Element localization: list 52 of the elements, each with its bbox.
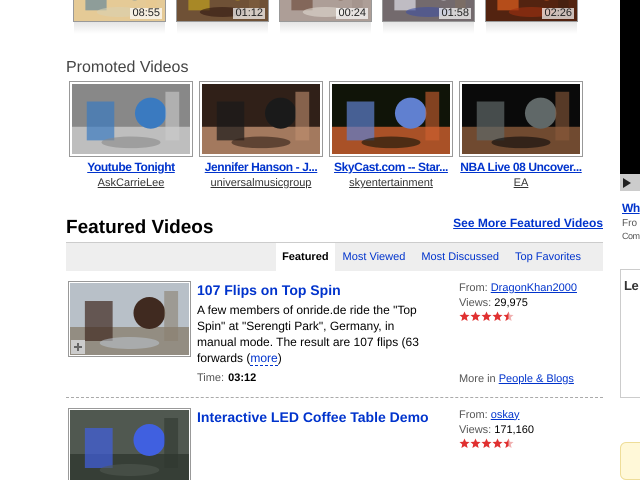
from-label: Fro xyxy=(622,217,637,230)
plus-icon[interactable] xyxy=(71,340,85,354)
tab[interactable]: Featured xyxy=(276,243,335,271)
view-count: 29,975 xyxy=(494,296,528,311)
play-icon[interactable] xyxy=(622,176,632,188)
video-duration: 00:24 xyxy=(336,8,368,19)
tab[interactable]: Most Discussed xyxy=(413,243,507,271)
video-title-link[interactable]: Wh xyxy=(622,199,640,218)
star-icon xyxy=(470,438,481,448)
star-icon xyxy=(481,438,492,448)
user-link[interactable]: DragonKhan2000 xyxy=(490,281,577,296)
channel-link[interactable]: EA xyxy=(514,175,528,191)
user-link[interactable]: oskay xyxy=(490,408,520,422)
from-label: From: xyxy=(459,281,488,296)
views-label: Views: xyxy=(459,296,492,311)
video-title-link[interactable]: SkyCast.com -- Star... xyxy=(327,159,455,175)
video-duration: 01:12 xyxy=(233,8,265,19)
see-more-link[interactable]: See More Featured Videos xyxy=(453,214,603,232)
tab[interactable]: Most Viewed xyxy=(334,243,414,271)
tab[interactable]: Top Favorites xyxy=(506,243,589,271)
star-icon xyxy=(503,438,514,448)
channel-link[interactable]: skyentertainment xyxy=(349,175,433,191)
panel-title: Le xyxy=(624,277,638,296)
video-duration: 08:55 xyxy=(130,8,162,19)
video-duration: 03:12 xyxy=(228,371,256,386)
video-title-link[interactable]: NBA Live 08 Uncover... xyxy=(457,159,585,175)
star-icon xyxy=(459,311,470,322)
star-icon xyxy=(470,311,481,322)
time-label: Time: xyxy=(197,371,224,386)
channel-link[interactable]: AskCarrieLee xyxy=(98,175,164,191)
star-icon xyxy=(459,438,470,448)
video-description: A few members of onride.de ride the "Top Spin" at "Serengti Park", Germany, in manual mode. The result are 107 flips (63 forwards (more) xyxy=(197,302,420,366)
video-title-link[interactable]: Jennifer Hanson - J... xyxy=(197,159,325,175)
star-icon xyxy=(492,438,503,448)
comments-label: Com xyxy=(622,230,640,244)
section-title: Promoted Videos xyxy=(66,58,190,78)
video-title-link[interactable]: Interactive LED Coffee Table Demo xyxy=(197,408,429,426)
star-icon xyxy=(503,311,514,322)
star-icon xyxy=(492,311,503,322)
channel-link[interactable]: universalmusicgroup xyxy=(210,175,312,191)
view-count: 171,160 xyxy=(494,422,534,438)
more-link[interactable]: more xyxy=(250,351,278,366)
star-icon xyxy=(481,311,492,322)
category-link[interactable]: People & Blogs xyxy=(498,372,574,386)
from-label: From: xyxy=(459,408,488,422)
views-label: Views: xyxy=(459,422,492,438)
section-title: Featured Videos xyxy=(66,216,214,240)
video-duration: 02:26 xyxy=(542,8,574,19)
category-label: More in xyxy=(459,372,496,386)
video-title-link[interactable]: 107 Flips on Top Spin xyxy=(197,281,429,299)
video-duration: 01:58 xyxy=(439,8,471,19)
video-title-link[interactable]: Youtube Tonight xyxy=(67,159,195,175)
